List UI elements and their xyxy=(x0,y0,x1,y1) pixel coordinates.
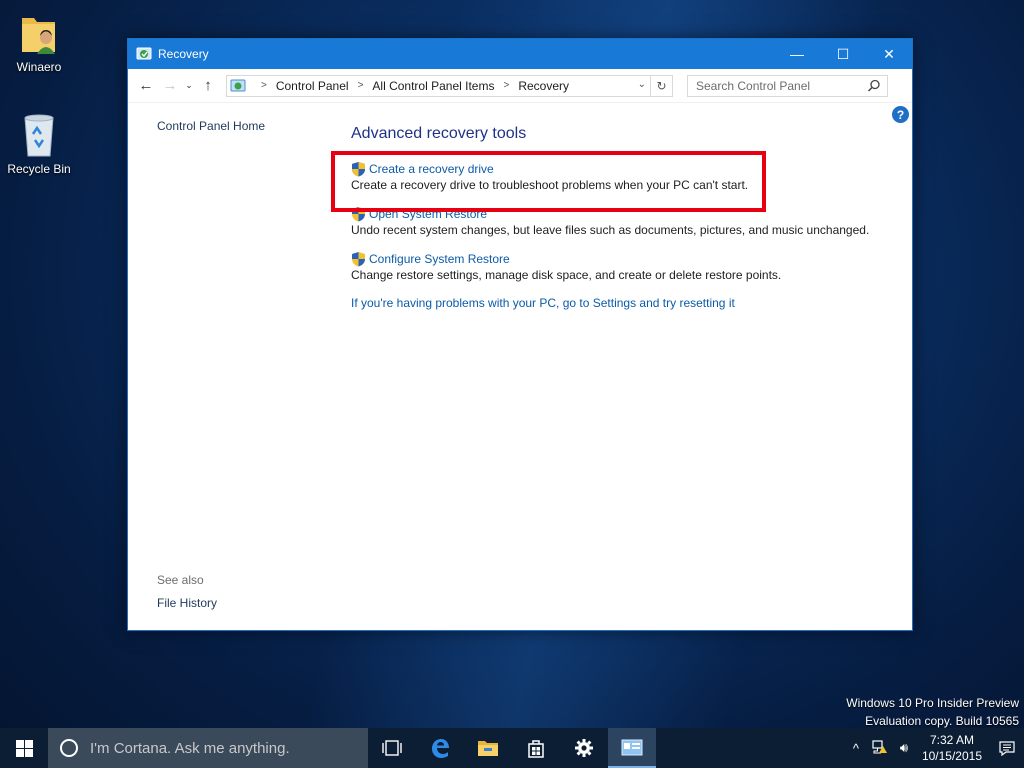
recent-locations-button[interactable]: ⌄ xyxy=(182,74,196,98)
desktop-icon-label: Winaero xyxy=(16,60,62,74)
chevron-up-icon: ^ xyxy=(852,740,859,756)
highlight-box xyxy=(331,151,766,212)
close-button[interactable]: ✕ xyxy=(866,39,912,69)
action-center-icon xyxy=(999,740,1015,756)
search-icon[interactable] xyxy=(867,79,881,93)
maximize-button[interactable]: ☐ xyxy=(820,39,866,69)
window-controls: — ☐ ✕ xyxy=(774,39,912,69)
window-titlebar[interactable]: Recovery — ☐ ✕ xyxy=(128,39,912,69)
search-input[interactable]: Search Control Panel xyxy=(687,74,888,97)
start-button[interactable] xyxy=(0,728,48,768)
system-tray: ^ 🔊︎ 7:32 AM 10/15/2015 xyxy=(844,728,1024,768)
address-bar: ← → ⌄ ↑ > Control Panel > All Control Pa… xyxy=(128,69,912,103)
task-description: Change restore settings, manage disk spa… xyxy=(351,268,782,282)
desktop-icon-winaero[interactable]: Winaero xyxy=(0,12,78,74)
recycle-bin-icon xyxy=(24,114,54,157)
show-hidden-icons-button[interactable]: ^ xyxy=(844,741,868,756)
network-button[interactable] xyxy=(868,739,892,757)
back-button[interactable]: ← xyxy=(134,74,158,98)
task-description: Undo recent system changes, but leave fi… xyxy=(351,223,870,237)
file-explorer-icon xyxy=(478,741,498,756)
window-title: Recovery xyxy=(158,47,209,61)
edge-icon xyxy=(432,739,449,758)
task-view-button[interactable] xyxy=(368,728,416,768)
task-link-label: Configure System Restore xyxy=(369,252,510,266)
recovery-app-icon xyxy=(136,47,152,60)
up-button[interactable]: ↑ xyxy=(196,74,220,98)
reset-pc-link[interactable]: If you're having problems with your PC, … xyxy=(351,296,891,310)
configure-system-restore-link[interactable]: Configure System Restore xyxy=(351,251,891,267)
arrow-up-icon: ↑ xyxy=(204,77,212,94)
breadcrumb-item-recovery[interactable]: Recovery xyxy=(518,79,569,93)
windows-logo-icon xyxy=(15,739,33,757)
refresh-button[interactable]: ↻ xyxy=(650,75,672,96)
breadcrumb-separator-icon: > xyxy=(357,80,364,91)
control-panel-home-link[interactable]: Control Panel Home xyxy=(157,119,265,133)
minimize-button[interactable]: — xyxy=(774,39,820,69)
breadcrumb[interactable]: > Control Panel > All Control Panel Item… xyxy=(226,74,673,97)
file-explorer-button[interactable] xyxy=(464,728,512,768)
clock[interactable]: 7:32 AM 10/15/2015 xyxy=(922,732,982,764)
windows-watermark: Windows 10 Pro Insider Preview Evaluatio… xyxy=(846,694,1019,730)
refresh-icon: ↻ xyxy=(656,78,667,93)
task-configure-system-restore: Configure System Restore Change restore … xyxy=(351,251,891,282)
control-panel-icon xyxy=(621,739,643,756)
volume-button[interactable]: 🔊︎ xyxy=(892,740,916,756)
breadcrumb-separator-icon: > xyxy=(503,80,510,91)
chevron-down-icon: ⌄ xyxy=(185,80,193,90)
task-view-icon xyxy=(382,740,402,756)
cortana-placeholder: I'm Cortana. Ask me anything. xyxy=(90,739,290,757)
page-title: Advanced recovery tools xyxy=(351,125,527,142)
edge-button[interactable] xyxy=(416,728,464,768)
breadcrumb-item-all-items[interactable]: All Control Panel Items xyxy=(372,79,494,93)
desktop-icon-label: Recycle Bin xyxy=(7,162,71,176)
action-center-button[interactable] xyxy=(990,740,1024,756)
left-pane: Control Panel Home xyxy=(157,119,265,133)
arrow-right-icon: → xyxy=(162,77,178,94)
help-icon[interactable]: ? xyxy=(892,106,909,123)
volume-icon: 🔊︎ xyxy=(899,740,909,755)
uac-shield-icon xyxy=(352,252,365,267)
cortana-icon xyxy=(60,739,78,757)
store-icon xyxy=(528,740,544,758)
cortana-search-box[interactable]: I'm Cortana. Ask me anything. xyxy=(48,728,368,768)
arrow-left-icon: ← xyxy=(138,77,154,94)
forward-button[interactable]: → xyxy=(158,74,182,98)
user-folder-icon xyxy=(22,18,55,54)
network-icon xyxy=(872,739,887,753)
settings-icon xyxy=(575,739,593,757)
recovery-window: Recovery — ☐ ✕ ← → ⌄ ↑ > Control Panel > xyxy=(127,38,913,631)
control-panel-icon xyxy=(230,79,246,91)
desktop-icon-recycle-bin[interactable]: Recycle Bin xyxy=(0,112,78,176)
taskbar: I'm Cortana. Ask me anything. ^ 🔊︎ 7:32 … xyxy=(0,728,1024,768)
file-history-link[interactable]: File History xyxy=(157,596,217,610)
search-placeholder: Search Control Panel xyxy=(696,78,811,93)
settings-button[interactable] xyxy=(560,728,608,768)
breadcrumb-item-control-panel[interactable]: Control Panel xyxy=(276,79,349,93)
control-panel-taskbar-button[interactable] xyxy=(608,728,656,768)
clock-date: 10/15/2015 xyxy=(921,749,982,763)
address-dropdown-icon[interactable]: ⌄ xyxy=(638,79,646,90)
see-also-label: See also xyxy=(157,573,204,587)
watermark-edition: Windows 10 Pro Insider Preview xyxy=(846,696,1019,710)
clock-time: 7:32 AM xyxy=(929,733,974,747)
store-button[interactable] xyxy=(512,728,560,768)
breadcrumb-separator-icon: > xyxy=(261,80,267,91)
